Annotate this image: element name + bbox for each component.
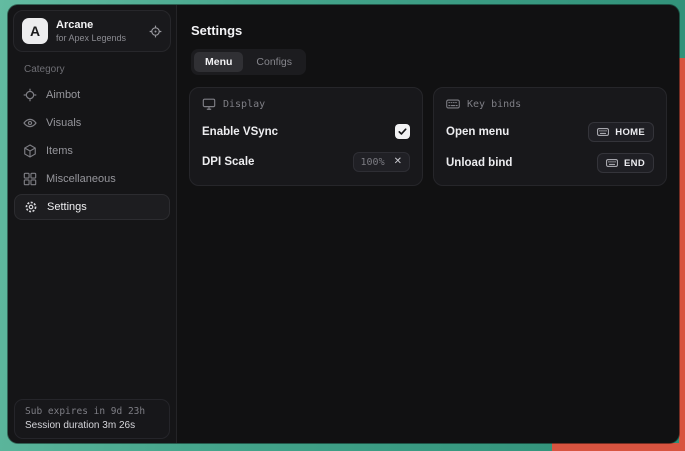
dpi-scale-label: DPI Scale	[202, 156, 254, 168]
monitor-icon	[202, 97, 216, 111]
unload-bind-label: Unload bind	[446, 157, 512, 169]
clear-icon[interactable]: ✕	[394, 157, 402, 167]
sidebar-item-label: Items	[46, 145, 73, 157]
open-menu-key: HOME	[615, 127, 645, 138]
display-card-title: Display	[223, 99, 265, 110]
crosshair-icon	[23, 88, 37, 102]
app-header-card: A Arcane for Apex Legends	[13, 10, 171, 52]
grid-icon	[23, 172, 37, 186]
sidebar-item-settings[interactable]: Settings	[14, 194, 170, 220]
session-duration-label: Session duration	[25, 420, 100, 431]
sidebar-item-label: Settings	[47, 201, 87, 213]
sidebar-item-miscellaneous[interactable]: Miscellaneous	[14, 165, 170, 193]
keybinds-card: Key binds Open menu HOME	[433, 87, 667, 186]
open-menu-row: Open menu HOME	[446, 122, 654, 142]
sidebar-item-label: Miscellaneous	[46, 173, 116, 185]
open-menu-keybind-button[interactable]: HOME	[588, 122, 654, 142]
game-background-red-bottom	[552, 443, 685, 451]
enable-vsync-checkbox[interactable]	[395, 124, 410, 139]
category-label: Category	[24, 64, 176, 75]
display-card: Display Enable VSync DPI Scale 100% ✕	[189, 87, 423, 186]
sidebar-item-label: Aimbot	[46, 89, 80, 101]
game-background-red-edge	[679, 58, 685, 451]
unload-bind-row: Unload bind END	[446, 153, 654, 173]
app-logo: A	[22, 18, 48, 44]
session-duration-text: Session duration 3m 26s	[25, 420, 159, 431]
sidebar-item-label: Visuals	[46, 117, 81, 129]
check-icon	[397, 126, 408, 137]
subscription-card: Sub expires in 9d 23h Session duration 3…	[14, 399, 170, 439]
display-card-header: Display	[202, 97, 410, 111]
app-subtitle: for Apex Legends	[56, 33, 126, 43]
app-title-block: Arcane for Apex Legends	[56, 19, 126, 43]
dpi-scale-value: 100%	[361, 157, 385, 168]
tab-configs[interactable]: Configs	[245, 52, 303, 72]
keybinds-card-title: Key binds	[467, 99, 521, 110]
eye-icon	[23, 116, 37, 130]
main-panel: Settings Menu Configs Display Enable VSy…	[176, 5, 679, 443]
settings-cards: Display Enable VSync DPI Scale 100% ✕	[189, 87, 667, 186]
sidebar-item-visuals[interactable]: Visuals	[14, 109, 170, 137]
tab-bar: Menu Configs	[191, 49, 306, 75]
sidebar-item-aimbot[interactable]: Aimbot	[14, 81, 170, 109]
app-window: A Arcane for Apex Legends Category	[8, 5, 679, 443]
gear-icon	[24, 200, 38, 214]
sidebar-item-items[interactable]: Items	[14, 137, 170, 165]
keyboard-icon	[606, 157, 618, 169]
keyboard-icon	[597, 126, 609, 138]
session-duration-value: 3m 26s	[102, 420, 135, 431]
sidebar: A Arcane for Apex Legends Category	[8, 5, 176, 443]
cube-icon	[23, 144, 37, 158]
sub-expires-text: Sub expires in 9d 23h	[25, 406, 159, 417]
dpi-scale-input[interactable]: 100% ✕	[353, 152, 410, 172]
dpi-scale-row: DPI Scale 100% ✕	[202, 152, 410, 172]
sidebar-nav: Aimbot Visuals Items	[8, 81, 176, 220]
keybinds-card-header: Key binds	[446, 97, 654, 111]
enable-vsync-label: Enable VSync	[202, 126, 278, 138]
page-title: Settings	[191, 23, 667, 38]
unload-bind-key: END	[624, 158, 645, 169]
unload-bind-keybind-button[interactable]: END	[597, 153, 654, 173]
keyboard-icon	[446, 97, 460, 111]
enable-vsync-row: Enable VSync	[202, 122, 410, 141]
open-menu-label: Open menu	[446, 126, 509, 138]
tab-menu[interactable]: Menu	[194, 52, 243, 72]
app-name: Arcane	[56, 19, 126, 31]
target-icon[interactable]	[149, 25, 162, 38]
